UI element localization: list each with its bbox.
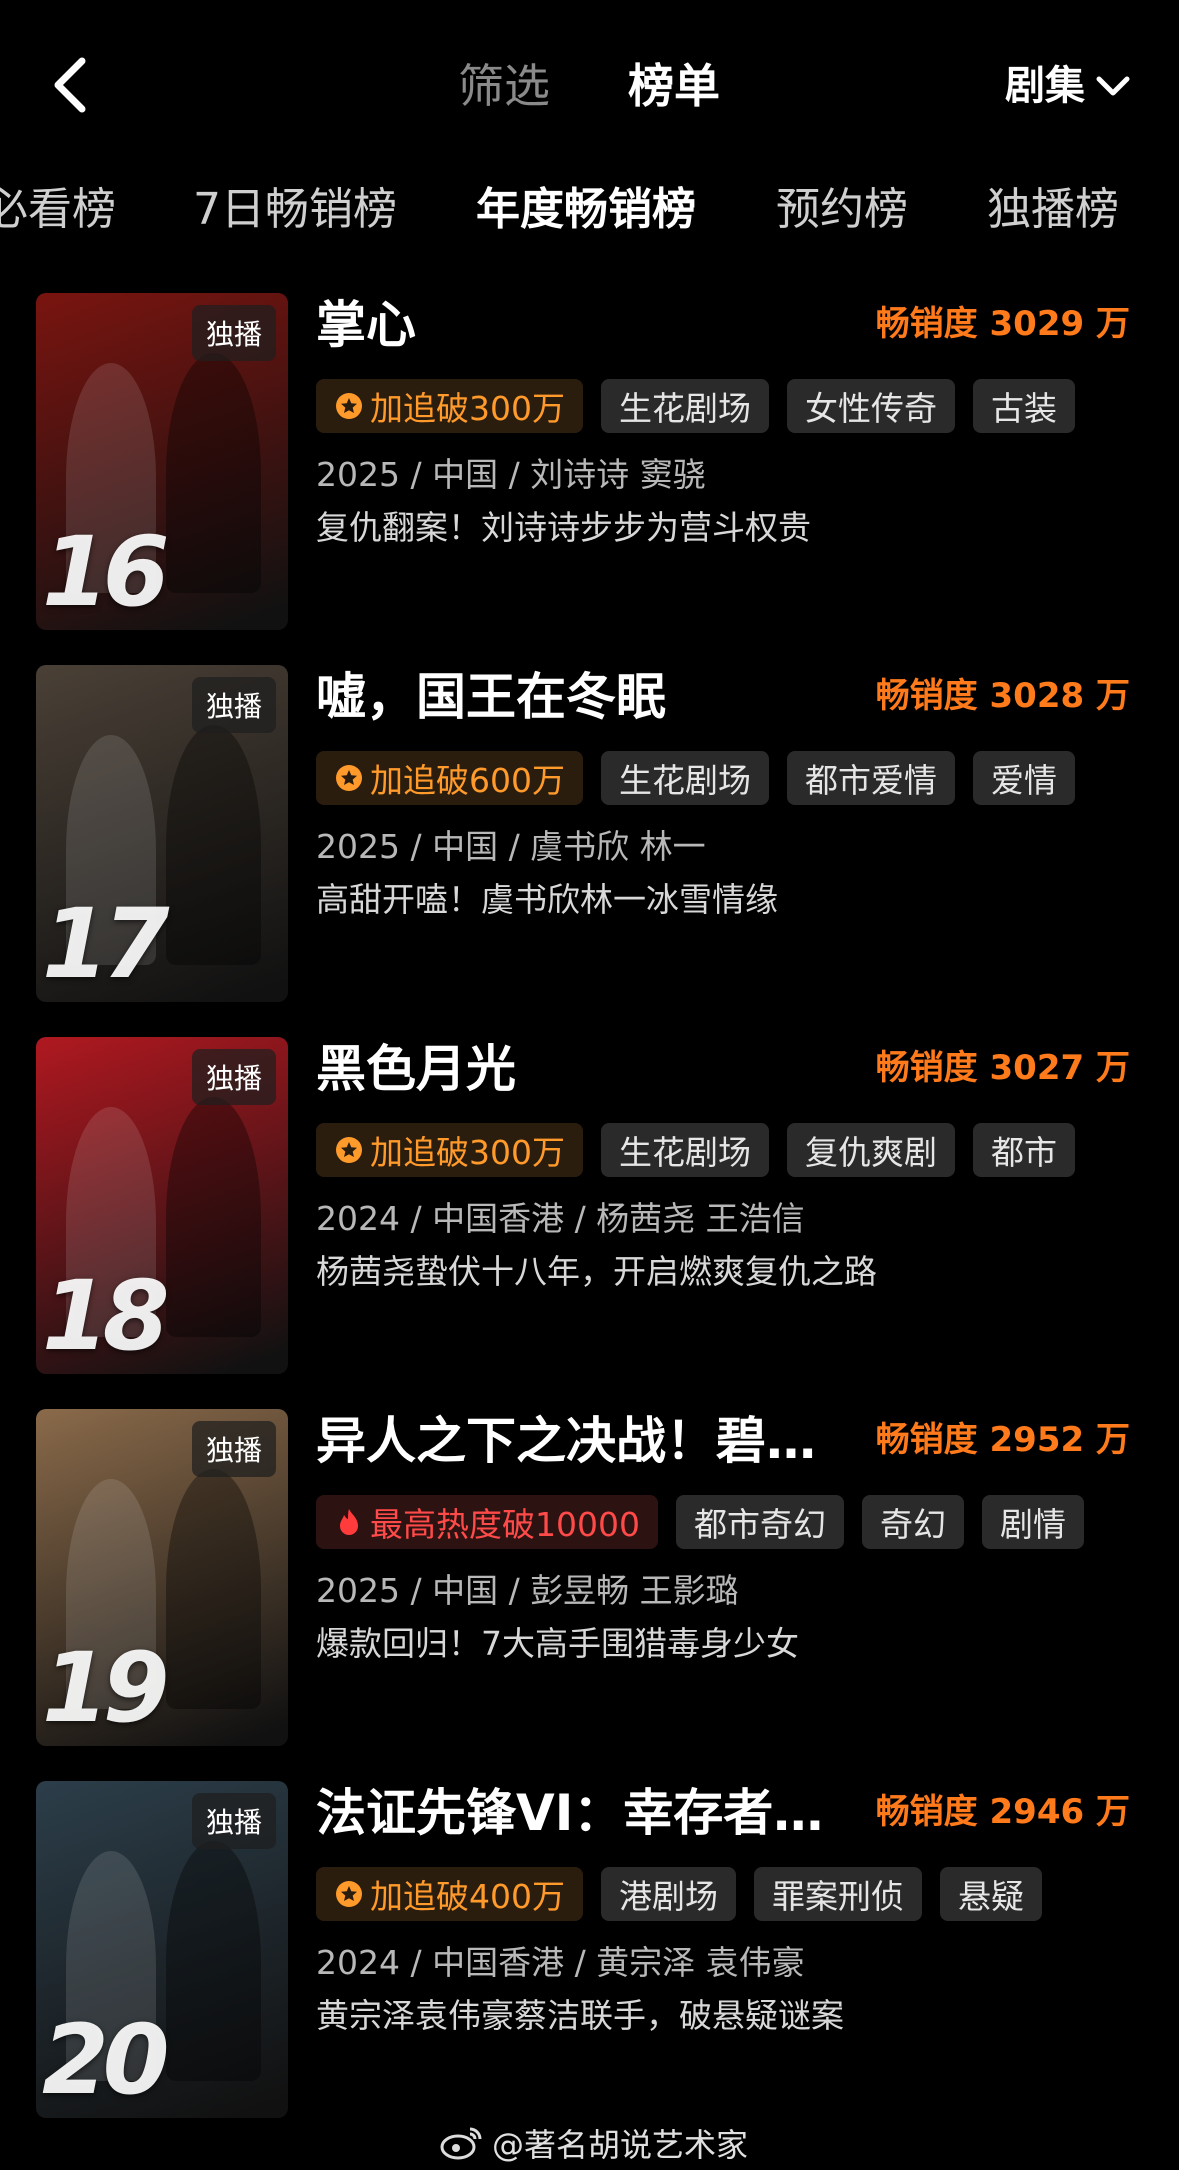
show-title[interactable]: 法证先锋VI：幸存者… (316, 1781, 876, 1845)
promo-tag-label: 加追破600万 (370, 761, 565, 800)
category-select[interactable]: 剧集 (1005, 58, 1131, 114)
show-title[interactable]: 黑色月光 (316, 1037, 876, 1101)
tag-row: 加追破300万 生花剧场 复仇爽剧 都市 (316, 1123, 1075, 1177)
star-badge-icon (336, 1137, 362, 1163)
show-title[interactable]: 掌心 (316, 293, 876, 357)
star-badge-icon (336, 393, 362, 419)
poster-figure (166, 1097, 261, 1337)
genre-tag[interactable]: 都市爱情 (787, 751, 955, 805)
show-description: 复仇翻案！刘诗诗步步为营斗权贵 (316, 508, 811, 547)
show-meta: 2024 / 中国香港 / 黄宗泽 袁伟豪 (316, 1943, 805, 1982)
poster-figure (166, 353, 261, 593)
category-select-value: 剧集 (1005, 63, 1085, 109)
sales-index: 畅销度 3027 万 (875, 1048, 1130, 1088)
genre-tag[interactable]: 生花剧场 (601, 379, 769, 433)
exclusive-badge: 独播 (191, 1049, 276, 1105)
promo-tag[interactable]: 加追破300万 (316, 379, 583, 433)
genre-tag[interactable]: 悬疑 (940, 1867, 1042, 1921)
star-badge-icon (336, 1881, 362, 1907)
rank-number: 19 (42, 1632, 170, 1744)
rank-number: 17 (42, 888, 170, 1000)
star-badge-icon (336, 765, 362, 791)
list-item[interactable]: 独播 19 异人之下之决战！碧… 畅销度 2952 万 最高热度破10000 都… (0, 1409, 1179, 1749)
promo-tag[interactable]: 加追破400万 (316, 1867, 583, 1921)
subtab-reservation[interactable]: 预约榜 (776, 180, 908, 240)
poster-image[interactable]: 独播 17 (36, 665, 288, 1002)
genre-tag[interactable]: 生花剧场 (601, 751, 769, 805)
sales-index: 畅销度 3028 万 (875, 676, 1130, 716)
exclusive-badge: 独播 (191, 305, 276, 361)
list-item[interactable]: 独播 20 法证先锋VI：幸存者… 畅销度 2946 万 加追破400万 港剧场… (0, 1781, 1179, 2121)
poster-figure (166, 725, 261, 965)
promo-tag-label: 最高热度破10000 (370, 1505, 640, 1544)
genre-tag[interactable]: 罪案刑侦 (754, 1867, 922, 1921)
poster-figure (166, 1841, 261, 2081)
tag-row: 加追破400万 港剧场 罪案刑侦 悬疑 (316, 1867, 1042, 1921)
subtab-7day-bestseller[interactable]: 7日畅销榜 (193, 180, 397, 240)
poster-image[interactable]: 独播 16 (36, 293, 288, 630)
tag-row: 加追破300万 生花剧场 女性传奇 古装 (316, 379, 1075, 433)
subtab-annual-bestseller[interactable]: 年度畅销榜 (476, 180, 696, 240)
back-button[interactable] (50, 55, 90, 115)
rank-number: 20 (42, 2004, 170, 2116)
genre-tag[interactable]: 奇幻 (861, 1495, 964, 1549)
exclusive-badge: 独播 (191, 1421, 276, 1477)
poster-figure (166, 1469, 261, 1709)
ranking-subtabs: 必看榜 7日畅销榜 年度畅销榜 预约榜 独播榜 (0, 170, 1179, 250)
show-description: 杨茜尧蛰伏十八年，开启燃爽复仇之路 (316, 1252, 877, 1291)
poster-image[interactable]: 独播 19 (36, 1409, 288, 1746)
genre-tag[interactable]: 剧情 (981, 1495, 1084, 1549)
show-meta: 2025 / 中国 / 虞书欣 林一 (316, 827, 706, 866)
subtab-must-watch[interactable]: 必看榜 (0, 180, 116, 240)
promo-tag-label: 加追破400万 (370, 1877, 565, 1916)
rank-number: 18 (42, 1260, 170, 1372)
tag-row: 加追破600万 生花剧场 都市爱情 爱情 (316, 751, 1075, 805)
promo-tag[interactable]: 加追破300万 (316, 1123, 583, 1177)
genre-tag[interactable]: 古装 (973, 379, 1075, 433)
promo-tag-label: 加追破300万 (370, 389, 565, 428)
list-item[interactable]: 独播 16 掌心 畅销度 3029 万 加追破300万 生花剧场 女性传奇 古装 2… (0, 293, 1179, 633)
genre-tag[interactable]: 复仇爽剧 (787, 1123, 955, 1177)
genre-tag[interactable]: 生花剧场 (601, 1123, 769, 1177)
genre-tag[interactable]: 都市 (973, 1123, 1075, 1177)
genre-tag[interactable]: 港剧场 (601, 1867, 736, 1921)
show-meta: 2025 / 中国 / 彭昱畅 王影璐 (316, 1571, 739, 1610)
subtab-exclusive[interactable]: 独播榜 (987, 180, 1119, 240)
promo-tag[interactable]: 最高热度破10000 (316, 1495, 658, 1549)
show-title[interactable]: 嘘，国王在冬眠 (316, 665, 876, 729)
genre-tag[interactable]: 都市奇幻 (675, 1495, 844, 1549)
show-description: 爆款回归！7大高手围猎毒身少女 (316, 1624, 799, 1663)
exclusive-badge: 独播 (191, 677, 276, 733)
show-description: 黄宗泽袁伟豪蔡洁联手，破悬疑谜案 (316, 1996, 844, 2035)
sales-index: 畅销度 2946 万 (875, 1792, 1130, 1832)
watermark-text: @著名胡说艺术家 (492, 2126, 749, 2164)
genre-tag[interactable]: 女性传奇 (787, 379, 955, 433)
show-description: 高甜开嗑！虞书欣林一冰雪情缘 (316, 880, 778, 919)
chevron-left-icon (54, 57, 86, 113)
show-meta: 2024 / 中国香港 / 杨茜尧 王浩信 (316, 1199, 805, 1238)
sales-index: 畅销度 3029 万 (875, 304, 1130, 344)
tab-ranking[interactable]: 榜单 (628, 58, 720, 114)
poster-image[interactable]: 独播 18 (36, 1037, 288, 1374)
rank-number: 16 (42, 516, 170, 628)
poster-image[interactable]: 独播 20 (36, 1781, 288, 2118)
sales-index: 畅销度 2952 万 (875, 1420, 1130, 1460)
chevron-down-icon (1096, 76, 1130, 96)
genre-tag[interactable]: 爱情 (973, 751, 1075, 805)
list-item[interactable]: 独播 18 黑色月光 畅销度 3027 万 加追破300万 生花剧场 复仇爽剧 都市… (0, 1037, 1179, 1377)
flame-icon (340, 1509, 358, 1535)
show-title[interactable]: 异人之下之决战！碧… (316, 1409, 876, 1473)
list-item[interactable]: 独播 17 嘘，国王在冬眠 畅销度 3028 万 加追破600万 生花剧场 都市爱… (0, 665, 1179, 1005)
weibo-icon (440, 2127, 482, 2160)
exclusive-badge: 独播 (191, 1793, 276, 1849)
promo-tag-label: 加追破300万 (370, 1133, 565, 1172)
show-meta: 2025 / 中国 / 刘诗诗 窦骁 (316, 455, 706, 494)
top-navigation-bar: 筛选 榜单 剧集 (0, 0, 1179, 170)
tab-filter[interactable]: 筛选 (458, 58, 550, 114)
watermark: @著名胡说艺术家 (440, 2120, 748, 2166)
promo-tag[interactable]: 加追破600万 (316, 751, 583, 805)
tag-row: 最高热度破10000 都市奇幻 奇幻 剧情 (316, 1495, 1084, 1549)
